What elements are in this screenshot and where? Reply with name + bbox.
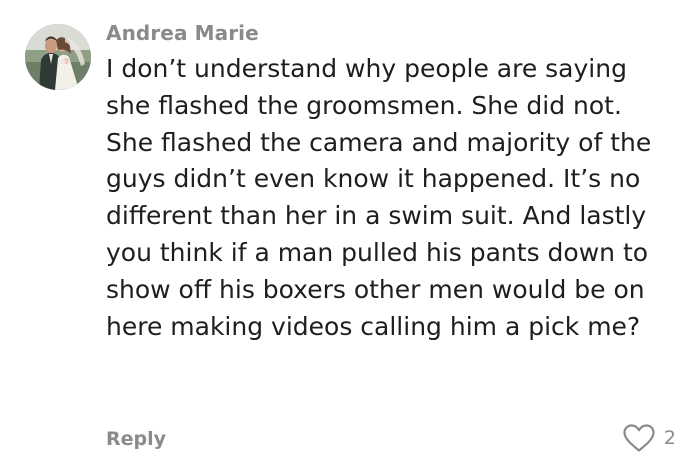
heart-outline-icon[interactable] bbox=[622, 423, 656, 453]
avatar[interactable] bbox=[25, 24, 91, 90]
comment-text: I don’t understand why people are saying… bbox=[106, 54, 652, 341]
reply-button[interactable]: Reply bbox=[106, 426, 166, 452]
comment-author[interactable]: Andrea Marie bbox=[106, 20, 259, 46]
like-count: 2 bbox=[663, 427, 676, 449]
comment-card: Andrea Marie I don’t understand why peop… bbox=[0, 0, 700, 471]
like-button[interactable]: 2 bbox=[622, 423, 676, 453]
wedding-photo-avatar-icon bbox=[25, 24, 91, 90]
